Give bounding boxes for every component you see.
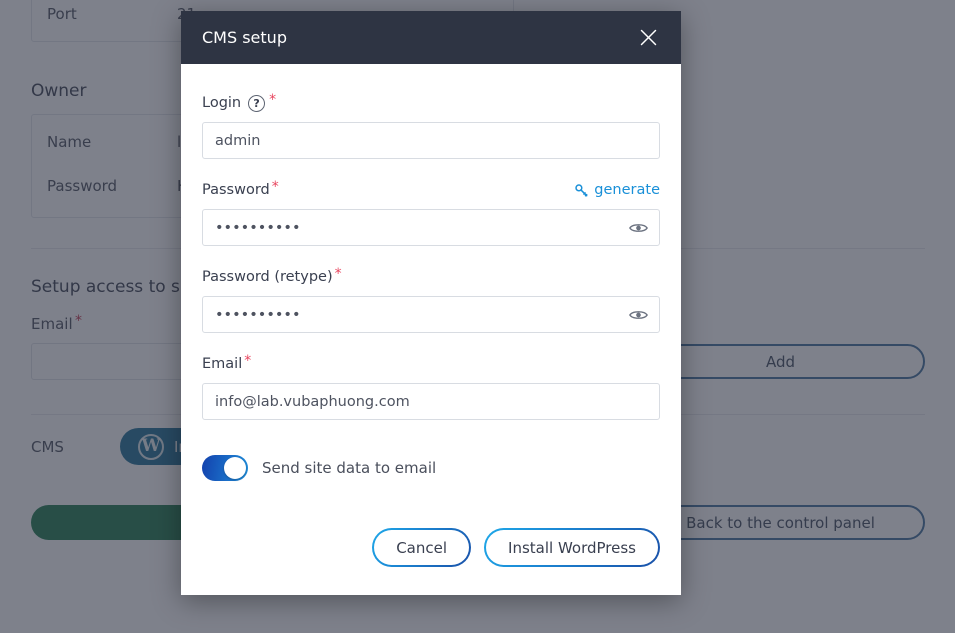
password-retype-required-marker: * xyxy=(334,266,342,282)
login-required-marker: * xyxy=(269,92,277,108)
login-label-row: Login ? * xyxy=(202,93,660,113)
modal-body: Login ? * Password * xyxy=(181,64,681,528)
modal-header: CMS setup xyxy=(181,11,681,64)
help-icon[interactable]: ? xyxy=(248,94,266,112)
modal-title: CMS setup xyxy=(202,28,287,47)
password-input-wrap xyxy=(202,209,660,246)
login-input-wrap xyxy=(202,122,660,159)
password-label: Password xyxy=(202,182,270,198)
send-site-data-toggle[interactable] xyxy=(202,455,248,481)
generate-password-label: generate xyxy=(594,182,660,198)
password-retype-label: Password (retype) xyxy=(202,269,333,285)
close-icon[interactable] xyxy=(635,25,661,51)
password-retype-label-row: Password (retype) * xyxy=(202,267,660,287)
send-site-data-row: Send site data to email xyxy=(202,455,660,481)
password-label-row: Password * generate xyxy=(202,180,660,200)
email-required-marker: * xyxy=(244,353,252,369)
cancel-button[interactable]: Cancel xyxy=(372,528,472,567)
email-label-row: Email * xyxy=(202,354,660,374)
cms-setup-modal: CMS setup Login ? * Password * xyxy=(181,11,681,595)
password-input[interactable] xyxy=(202,209,660,246)
email-input[interactable] xyxy=(202,383,660,420)
login-input[interactable] xyxy=(202,122,660,159)
password-retype-input[interactable] xyxy=(202,296,660,333)
email-field-group: Email * xyxy=(202,354,660,420)
password-field-group: Password * generate xyxy=(202,180,660,246)
install-wordpress-button-label: Install WordPress xyxy=(486,530,658,565)
install-wordpress-button[interactable]: Install WordPress xyxy=(484,528,660,567)
toggle-knob xyxy=(224,457,246,479)
email-input-wrap xyxy=(202,383,660,420)
key-icon xyxy=(575,183,588,197)
login-field-group: Login ? * xyxy=(202,93,660,159)
send-site-data-label: Send site data to email xyxy=(262,459,437,477)
generate-password-link[interactable]: generate xyxy=(575,182,660,198)
password-required-marker: * xyxy=(271,179,279,195)
password-retype-field-group: Password (retype) * xyxy=(202,267,660,333)
eye-icon[interactable] xyxy=(625,209,651,246)
modal-footer: Cancel Install WordPress xyxy=(181,528,681,595)
cancel-button-label: Cancel xyxy=(374,530,470,565)
eye-icon[interactable] xyxy=(625,296,651,333)
email-label: Email xyxy=(202,356,243,372)
password-retype-input-wrap xyxy=(202,296,660,333)
login-label: Login xyxy=(202,95,242,111)
